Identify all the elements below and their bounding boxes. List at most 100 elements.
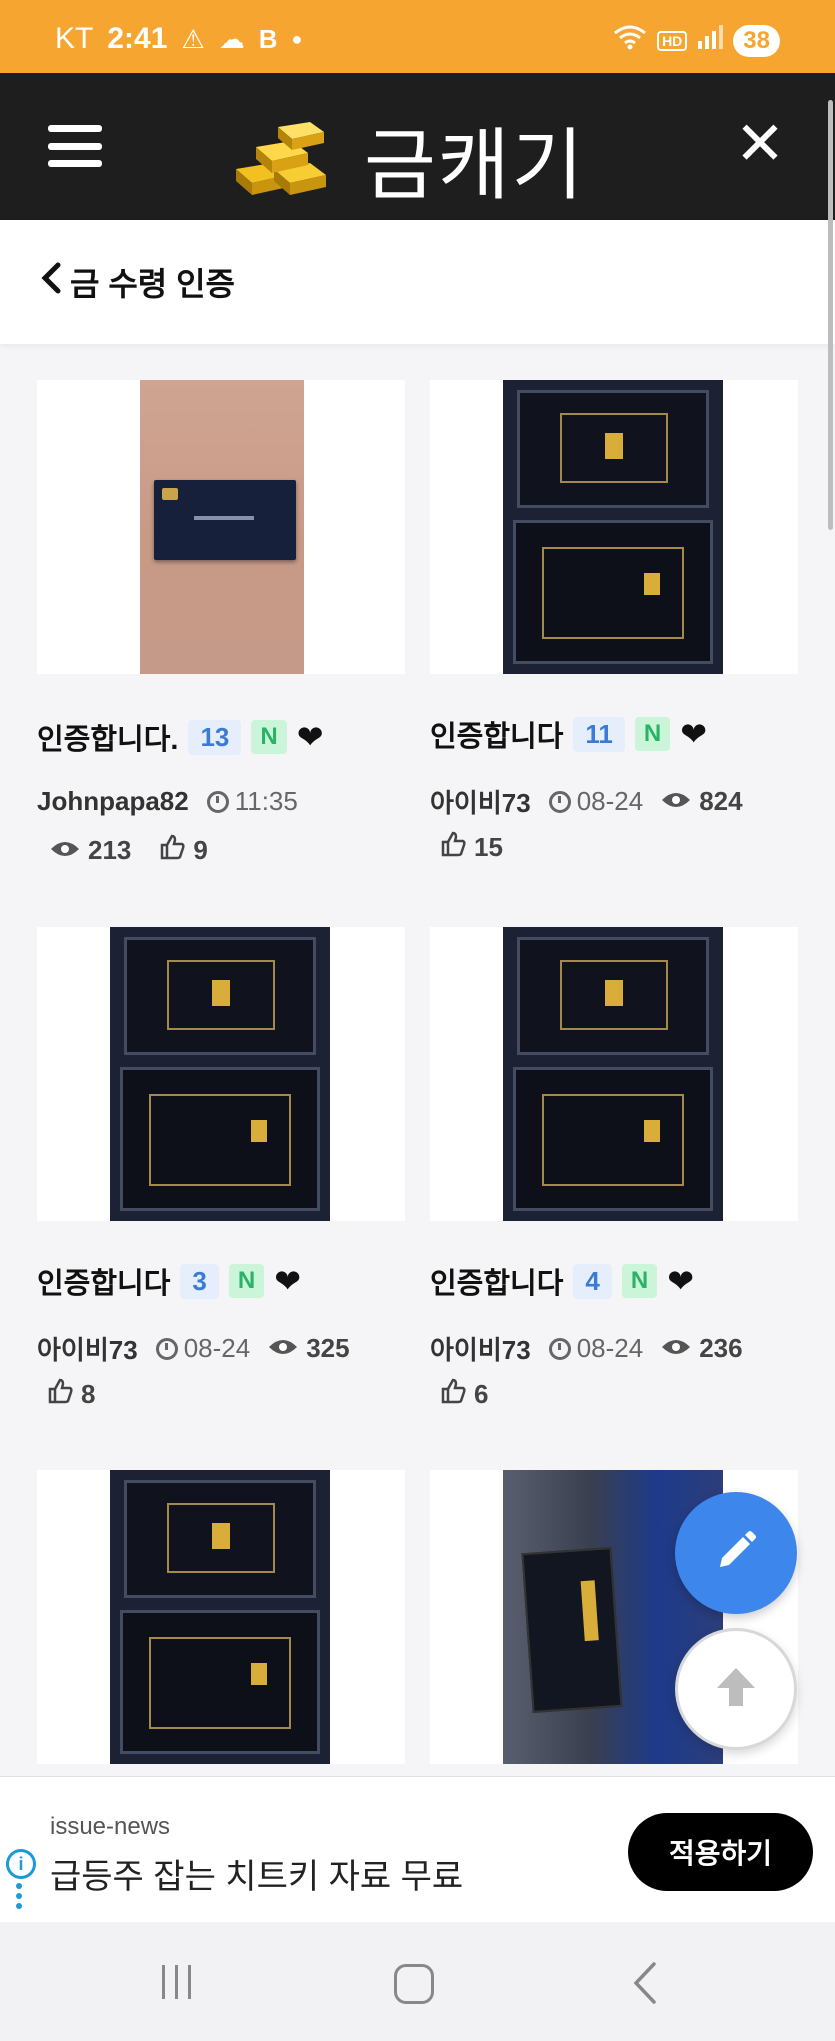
- post-thumbnail[interactable]: [37, 380, 405, 674]
- scrollbar[interactable]: [828, 100, 833, 530]
- post-time-value: 08-24: [183, 1333, 251, 1363]
- post-title: 인증합니다.: [37, 724, 179, 756]
- photo-gold-bar-box: [110, 1470, 330, 1764]
- post-author: 아이비73: [430, 788, 531, 818]
- post-meta: 아이비73 08-24 325: [37, 1330, 350, 1367]
- back-icon[interactable]: [630, 1960, 660, 2006]
- eye-icon: [661, 786, 691, 817]
- ad-options-icon[interactable]: [16, 1883, 24, 1913]
- post-card[interactable]: [430, 927, 798, 1221]
- post-thumbnail[interactable]: [37, 1470, 405, 1764]
- clock-icon: [548, 1337, 571, 1360]
- status-bar: KT 2:41 ⚠ ☁ B ● HD 38: [0, 0, 835, 73]
- post-thumbnail[interactable]: [430, 380, 798, 674]
- new-badge: N: [634, 717, 671, 751]
- photo-certificate-card: [140, 380, 304, 674]
- status-bar-right: HD 38: [613, 24, 780, 57]
- post-card[interactable]: [37, 927, 405, 1221]
- post-title-row[interactable]: 인증합니다 11 N ❤: [430, 713, 707, 755]
- post-time-value: 11:35: [234, 786, 298, 816]
- home-icon[interactable]: [394, 1964, 434, 2004]
- thumbs-up-icon: [47, 1378, 73, 1411]
- dot-icon: ●: [291, 28, 303, 49]
- ad-source: issue-news: [50, 1813, 171, 1840]
- post-meta: 아이비73 08-24 236: [430, 1330, 743, 1367]
- pencil-icon: [712, 1527, 760, 1580]
- post-title: 인증합니다: [37, 1268, 171, 1300]
- post-card[interactable]: [430, 380, 798, 674]
- post-stats: 6: [440, 1378, 488, 1411]
- clock-icon: [155, 1337, 178, 1360]
- post-likes: 15: [474, 832, 503, 862]
- post-time: 08-24: [548, 1333, 644, 1364]
- new-badge: N: [621, 1264, 658, 1298]
- comment-count-badge: 3: [180, 1263, 219, 1299]
- clock-icon: [206, 790, 229, 813]
- post-views: 236: [699, 1333, 743, 1363]
- post-time-value: 08-24: [576, 786, 644, 816]
- gold-bars-logo-icon: [230, 117, 342, 202]
- new-badge: N: [251, 720, 287, 754]
- comment-count-badge: 4: [573, 1263, 612, 1299]
- post-thumbnail[interactable]: [37, 927, 405, 1221]
- battery-indicator: 38: [733, 24, 780, 57]
- post-likes: 6: [474, 1379, 489, 1409]
- post-likes: 8: [81, 1379, 96, 1409]
- post-author: 아이비73: [430, 1335, 531, 1365]
- back-navigation[interactable]: 금 수령 인증: [0, 220, 835, 344]
- post-views-group: 325: [268, 1333, 350, 1364]
- photo-gold-bar-box: [503, 380, 723, 674]
- info-icon[interactable]: i: [6, 1849, 36, 1879]
- close-icon[interactable]: ✕: [733, 114, 787, 174]
- ad-title[interactable]: 급등주 잡는 치트키 자료 무료: [50, 1849, 463, 1898]
- clock-icon: [548, 790, 571, 813]
- post-card[interactable]: [37, 380, 405, 674]
- post-stats: 15: [440, 831, 503, 864]
- scroll-to-top-button[interactable]: [675, 1628, 797, 1750]
- post-card[interactable]: [37, 1470, 405, 1764]
- post-likes: 9: [193, 835, 208, 865]
- post-title: 인증합니다: [430, 721, 564, 753]
- post-title-row[interactable]: 인증합니다 4 N ❤: [430, 1260, 694, 1302]
- app-header: 금캐기 ✕: [0, 73, 835, 220]
- post-views: 213: [88, 835, 132, 865]
- comment-count-badge: 13: [188, 719, 242, 755]
- comment-count-badge: 11: [573, 716, 625, 752]
- post-title: 인증합니다: [430, 1268, 564, 1300]
- post-views: 824: [699, 786, 743, 816]
- thumbs-up-icon: [440, 831, 466, 864]
- app-title: 금캐기: [364, 121, 586, 211]
- post-title-row[interactable]: 인증합니다. 13 N ❤: [37, 716, 324, 758]
- post-author: 아이비73: [37, 1335, 138, 1365]
- photo-gold-bar-box: [503, 927, 723, 1221]
- app-logo[interactable]: 금캐기: [230, 103, 585, 215]
- status-time: 2:41: [107, 22, 168, 55]
- ad-cta-button[interactable]: 적용하기: [628, 1813, 813, 1891]
- recent-apps-icon[interactable]: [162, 1965, 191, 1999]
- cloud-icon: ☁: [218, 23, 245, 54]
- post-stats: 213 9: [50, 834, 208, 867]
- post-thumbnail[interactable]: [430, 927, 798, 1221]
- post-time-value: 08-24: [576, 1333, 644, 1363]
- heart-icon: ❤: [680, 716, 708, 752]
- page-title: 금 수령 인증: [70, 266, 235, 302]
- post-views-group: 236: [661, 1333, 743, 1364]
- post-meta: 아이비73 08-24 824: [430, 783, 743, 820]
- eye-icon: [50, 835, 80, 866]
- post-time: 11:35: [206, 786, 298, 817]
- chevron-left-icon: [40, 261, 62, 304]
- post-stats: 8: [47, 1378, 95, 1411]
- ad-banner[interactable]: i issue-news 급등주 잡는 치트키 자료 무료 적용하기: [0, 1776, 835, 1922]
- post-time: 08-24: [548, 786, 644, 817]
- post-title-row[interactable]: 인증합니다 3 N ❤: [37, 1260, 301, 1302]
- write-post-button[interactable]: [675, 1492, 797, 1614]
- thumbs-up-icon: [159, 834, 185, 867]
- hd-icon: HD: [657, 30, 688, 51]
- wifi-icon: [613, 24, 647, 57]
- arrow-up-icon: [711, 1662, 761, 1717]
- new-badge: N: [228, 1264, 265, 1298]
- signal-icon: [697, 25, 724, 56]
- heart-icon: ❤: [274, 1263, 302, 1299]
- hamburger-menu-icon[interactable]: [48, 125, 102, 167]
- warning-icon: ⚠: [181, 23, 205, 54]
